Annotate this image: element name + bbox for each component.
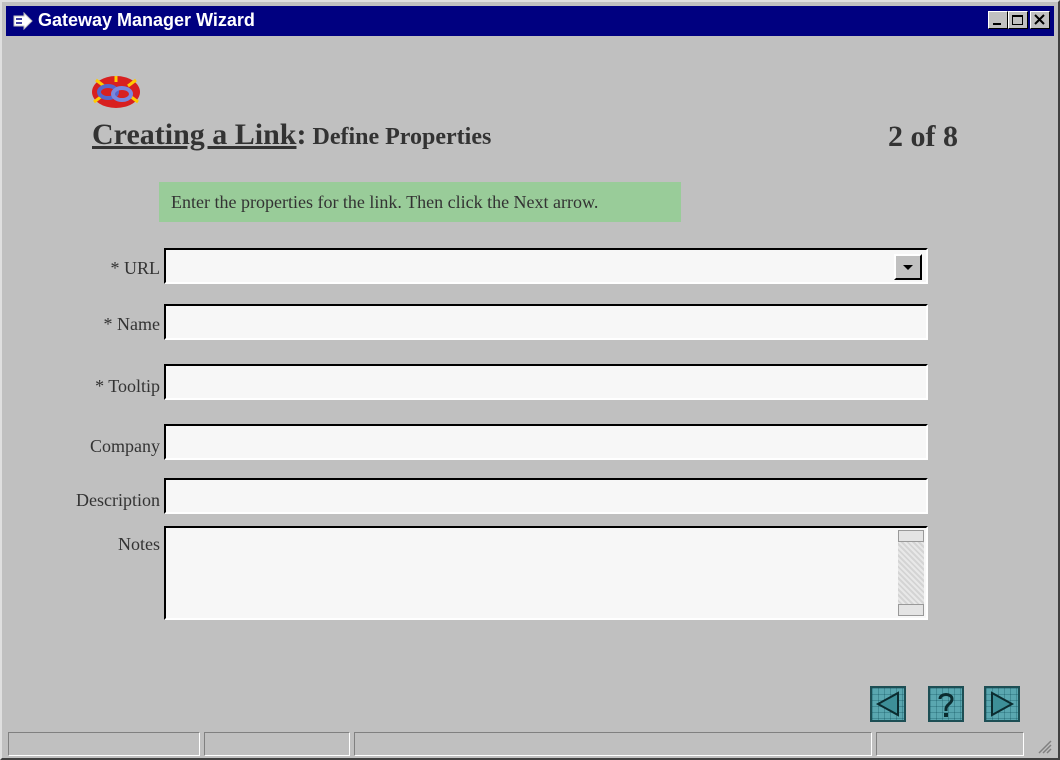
minimize-button[interactable] [988,11,1008,29]
notes-textarea[interactable] [164,526,928,620]
wizard-window: Gateway Manager Wizard Creating a Link: D… [0,0,1060,760]
status-pane-3 [354,732,872,756]
minimize-icon [993,23,1001,25]
company-label: Company [90,436,160,456]
url-combobox[interactable] [164,248,928,284]
page-title-colon: : [296,118,307,151]
next-button[interactable] [984,686,1020,722]
chain-link-icon [92,76,140,108]
title-bar[interactable]: Gateway Manager Wizard [6,6,1054,36]
page-title-main: Creating a Link [92,118,297,151]
scroll-down-button[interactable] [898,604,924,616]
scroll-up-button[interactable] [898,530,924,542]
status-pane-2 [204,732,350,756]
page-title: Creating a Link: Define Properties [92,118,491,152]
maximize-button[interactable] [1008,11,1028,29]
status-pane-4 [876,732,1024,756]
right-arrow-icon [991,691,1015,717]
close-button[interactable] [1030,11,1050,29]
help-button[interactable] [928,686,964,722]
description-label: Description [76,490,160,510]
notes-label: Notes [118,534,160,554]
question-mark-icon [938,693,954,717]
status-bar [6,732,1054,756]
app-arrow-icon [13,12,33,30]
back-button[interactable] [870,686,906,722]
chevron-down-icon [903,265,913,270]
maximize-icon [1012,15,1023,25]
description-field[interactable] [164,478,928,514]
resize-grip-icon[interactable] [1036,738,1052,754]
left-arrow-icon [875,691,899,717]
company-field[interactable] [164,424,928,460]
name-label: * Name [103,314,160,334]
step-indicator: 2 of 8 [888,120,958,153]
url-label: * URL [110,258,161,278]
url-dropdown-button[interactable] [894,254,922,280]
status-pane-1 [8,732,200,756]
window-title: Gateway Manager Wizard [38,10,255,30]
tooltip-label: * Tooltip [95,376,160,396]
notes-scrollbar[interactable] [898,530,924,616]
instruction-banner: Enter the properties for the link. Then … [159,182,681,222]
name-field[interactable] [164,304,928,340]
tooltip-field[interactable] [164,364,928,400]
page-subtitle: Define Properties [312,124,492,150]
close-icon [1034,14,1045,25]
